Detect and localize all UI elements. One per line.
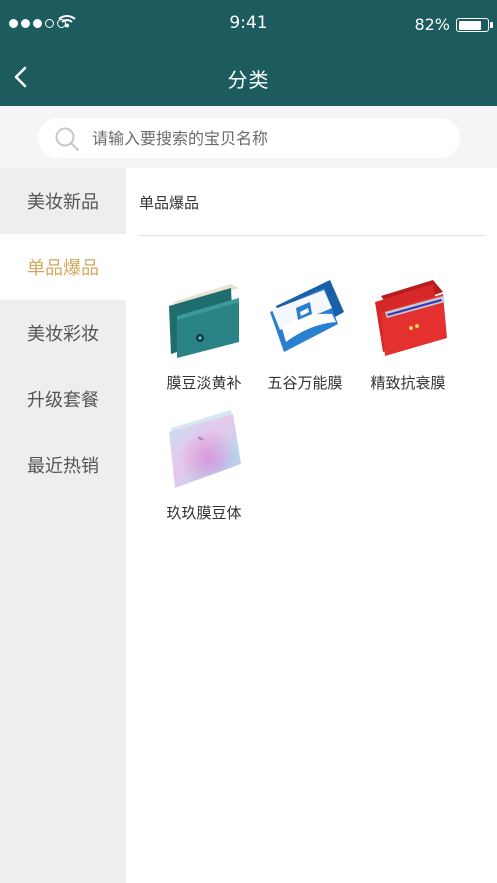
product-image — [375, 280, 447, 356]
sidebar-item-color-makeup[interactable]: 美妆彩妆 — [0, 300, 126, 366]
sidebar-item-upgrade-packages[interactable]: 升级套餐 — [0, 366, 126, 432]
product-card[interactable]: 精致抗衰膜 — [358, 272, 458, 393]
product-name: 玖玖膜豆体 — [166, 504, 242, 522]
section-divider — [139, 235, 485, 236]
page-title: 分类 — [227, 68, 270, 92]
search-input[interactable] — [92, 118, 442, 158]
product-panel: 单品爆品 膜豆淡黄补 五谷万能膜 精致抗衰膜 ✎ 玖玖膜豆体 — [126, 168, 497, 883]
product-card[interactable]: 五谷万能膜 — [255, 272, 355, 393]
sidebar-item-recent-bestsellers[interactable]: 最近热销 — [0, 432, 126, 498]
product-image: ✎ — [169, 410, 241, 488]
status-bar: 9:41 82% — [0, 0, 497, 50]
product-card[interactable]: 膜豆淡黄补 — [154, 272, 254, 393]
app-header: 9:41 82% 分类 — [0, 0, 497, 106]
section-title: 单品爆品 — [139, 194, 200, 212]
category-sidebar: 美妆新品 单品爆品 美妆彩妆 升级套餐 最近热销 — [0, 168, 126, 883]
battery-percentage: 82% — [414, 15, 450, 34]
product-card[interactable]: ✎ 玖玖膜豆体 — [154, 402, 254, 523]
product-image — [270, 280, 344, 352]
product-image — [169, 284, 239, 358]
sidebar-item-new-makeup[interactable]: 美妆新品 — [0, 168, 126, 234]
product-name: 膜豆淡黄补 — [166, 374, 242, 392]
sidebar-item-hot-items[interactable]: 单品爆品 — [0, 234, 126, 300]
battery-icon — [456, 18, 493, 32]
search-box[interactable] — [38, 118, 460, 158]
search-bar — [0, 106, 497, 168]
product-name: 精致抗衰膜 — [370, 374, 446, 392]
search-icon — [55, 127, 79, 151]
product-name: 五谷万能膜 — [267, 374, 343, 392]
